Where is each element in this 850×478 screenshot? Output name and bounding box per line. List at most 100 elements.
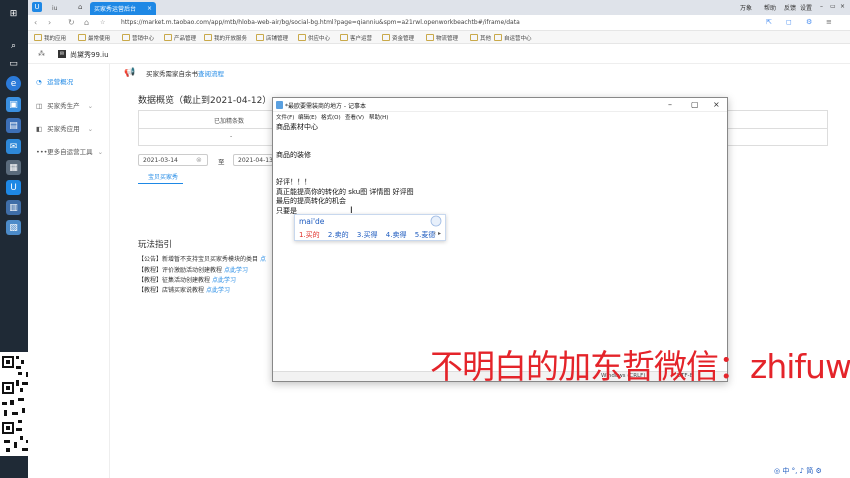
task-view-icon[interactable]: ▭ [6,56,21,71]
menu-settings[interactable]: 设置 [800,3,812,12]
sidebar-item-production[interactable]: ◫ 买家秀生产 ⌄ [36,100,93,110]
guide-link[interactable]: 点此学习 [212,277,236,284]
ime-candidate[interactable]: 1.买的 [299,231,320,239]
guide-link[interactable]: 点此学习 [224,267,248,274]
notepad-title: *最欧要需装商的地方 - 记事本 [285,103,366,110]
ime-toolbar-icon[interactable]: ◎ [774,467,780,475]
search-icon[interactable]: ⌕ [6,38,21,53]
ime-pinyin: mai'de [299,217,325,226]
sidebar-item-more-tools[interactable]: ••• 更多自运营工具 ⌄ [36,146,103,156]
notepad-titlebar[interactable]: *最欧要需装商的地方 - 记事本 – ▢ × [273,98,727,112]
text-line: 最后的提高转化的机会 [276,197,346,205]
ime-candidate[interactable]: 3.买得 [357,231,378,239]
shop-avatar: ✉ [58,50,66,58]
close-icon[interactable]: × [840,3,845,10]
store-icon[interactable]: ▣ [6,97,21,112]
bookmark-item[interactable]: 资金管理 [382,34,414,42]
maximize-icon[interactable]: ▢ [691,100,699,109]
guide-item: 【教程】店铺买家说教程 点此学习 [138,287,230,294]
settings-icon[interactable]: ⚙ [806,18,812,26]
bookmark-item[interactable]: 物流管理 [426,34,458,42]
tray-item[interactable]: °, [792,467,798,475]
stats-label: 已加精条数 [214,118,245,125]
menu-feedback[interactable]: 反馈 [784,3,796,12]
folder-icon[interactable]: ▦ [6,160,21,175]
sidebar-item-label: 买家秀应用 [47,125,80,133]
chevron-down-icon: ⌄ [97,148,104,156]
mail-icon[interactable]: ✉ [6,139,21,154]
tray-item[interactable]: 简 [806,467,813,475]
windows-start-icon[interactable]: ⊞ [6,6,21,21]
clear-icon[interactable]: ⊗ [196,156,202,164]
more-icon[interactable]: ≡ [826,18,832,26]
grid-icon[interactable]: ⁂ [38,50,45,58]
menu-file[interactable]: 文件(F) [276,113,294,121]
menu-edit[interactable]: 编辑(E) [298,113,317,121]
refresh-icon[interactable]: ↻ [68,18,75,27]
tray-item[interactable]: 中 [782,467,789,475]
guide-link[interactable]: 点此学习 [206,287,230,294]
notice-link[interactable]: 查阅流程 [198,70,224,78]
home-nav-icon[interactable]: ⌂ [84,18,89,27]
forward-icon[interactable]: › [48,18,51,27]
bookmark-item[interactable]: 最常使用 [78,34,110,42]
edge-browser-icon[interactable]: e [6,76,21,91]
maximize-icon[interactable]: ▭ [830,3,836,10]
shop-name[interactable]: 尚黛秀99.iu [70,50,109,60]
back-icon[interactable]: ‹ [34,18,37,27]
qianniu-icon[interactable]: U [6,180,21,195]
menu-format[interactable]: 格式(O) [321,113,341,121]
menu-wanxiang[interactable]: 万象 [740,3,752,12]
screenshot-icon[interactable]: ◻ [786,18,792,26]
ime-candidate[interactable]: 4.卖得 [386,231,407,239]
tab-iu[interactable]: iu [48,2,64,15]
close-icon[interactable]: × [713,100,720,109]
active-tab-indicator [138,183,183,184]
minimize-icon[interactable]: – [668,100,672,109]
date-end-input[interactable]: 2021-04-13 [233,154,273,166]
ime-page-arrows-icon[interactable]: ‹ ▸ [434,230,441,237]
bookmark-item[interactable]: 产品管理 [164,34,196,42]
ime-candidates: 1.买的 2.卖的 3.买得 4.卖得 5.麦德 [299,230,441,240]
notice-text: 买家秀需家自余书 [146,70,198,78]
bookmark-item[interactable]: 我的开放服务 [204,34,247,42]
ime-candidate[interactable]: 2.卖的 [328,231,349,239]
tab-buyer-show-admin[interactable]: 买家秀运营后台 × [90,2,156,15]
bookmark-item[interactable]: 我的应用 [34,34,66,42]
sidebar-item-overview[interactable]: ◔ 运营概况 [36,76,73,86]
chart-app-icon[interactable]: ▥ [6,200,21,215]
share-icon[interactable]: ⇱ [766,18,772,26]
bookmark-item[interactable]: 店铺管理 [256,34,288,42]
app-icon[interactable]: ▧ [6,220,21,235]
menu-help[interactable]: 帮助 [764,3,776,12]
tab-label: iu [52,5,58,12]
guide-item: 【教程】征集活动创建教程 点此学习 [138,277,236,284]
mic-icon[interactable]: ♪ [800,467,804,475]
menu-help[interactable]: 帮助(H) [369,113,388,121]
home-icon[interactable]: ⌂ [78,3,82,11]
screen: ⊞ ⌕ ▭ e ▣ ▤ ✉ ▦ U ▥ ▧ U iu ⌂ 买家秀运营后台 × 万… [0,0,850,478]
bookmark-item[interactable]: 其他 [470,34,491,42]
guide-link[interactable]: 点 [260,256,266,263]
minimize-icon[interactable]: – [820,3,823,10]
more-dots-icon: ••• [36,148,48,156]
bookmark-item[interactable]: 供应中心 [298,34,330,42]
url-field[interactable]: https://market.m.taobao.com/app/mtb/hlob… [121,19,520,26]
date-separator: 至 [218,158,225,166]
tab-close-icon[interactable]: × [147,5,152,12]
tray-item[interactable]: ⚙ [815,467,821,475]
chevron-down-icon: ⌄ [87,125,94,133]
stats-value: - [230,133,233,140]
menu-view[interactable]: 查看(V) [345,113,364,121]
chevron-down-icon: ⌄ [87,102,94,110]
bookmark-item[interactable]: 客户运营 [340,34,372,42]
bookmark-item[interactable]: 自运营中心 [494,34,532,42]
bookmark-item[interactable]: 营销中心 [122,34,154,42]
bag-icon[interactable]: ▤ [6,118,21,133]
tab-product-buyer-show[interactable]: 宝贝买家秀 [148,172,178,181]
notepad-text-area[interactable]: 商品素材中心 商品的装修 好评！！！ 真正能提高你的转化的 sku图 详情图 好… [273,122,727,372]
ime-candidate[interactable]: 5.麦德 [415,231,436,239]
sidebar-item-application[interactable]: ◧ 买家秀应用 ⌄ [36,123,93,133]
tab-bar: U iu ⌂ 买家秀运营后台 × 万象 帮助 反馈 设置 – ▭ × [28,0,850,15]
page-title: 数据概览（截止到2021-04-12） [138,96,272,106]
